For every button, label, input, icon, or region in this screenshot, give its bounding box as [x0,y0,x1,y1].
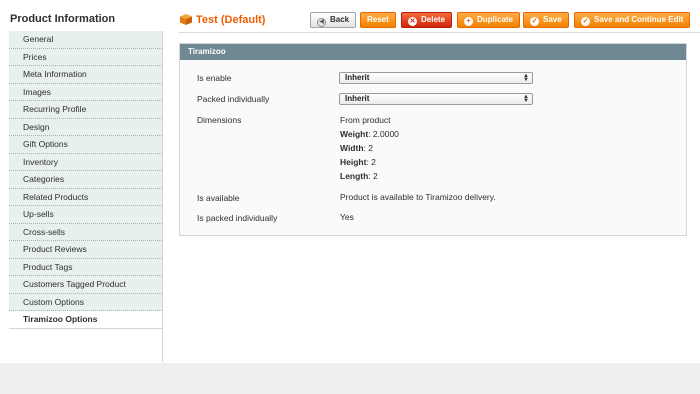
tiramizoo-fieldset: Tiramizoo Is enable Inherit ▲ ▼ Packed in… [179,43,687,236]
back-arrow-icon: ◀ [317,18,326,27]
reset-button-label: Reset [367,15,389,24]
is-enable-select[interactable]: Inherit ▲ ▼ [339,72,533,84]
is-enable-label: Is enable [197,73,232,83]
weight-label: Weight [340,129,369,139]
width-value: : 2 [363,143,373,153]
is-available-value: Product is available to Tiramizoo delive… [340,192,496,202]
save-check-icon: ✓ [530,17,539,26]
tab-related-products[interactable]: Related Products [9,188,162,206]
tab-images[interactable]: Images [9,83,162,101]
sidebar-title: Product Information [10,13,116,25]
header-divider [179,32,700,33]
tab-design[interactable]: Design [9,118,162,136]
height-label: Height [340,157,367,167]
save-and-continue-button[interactable]: ✓ Save and Continue Edit [574,12,691,28]
packed-individually-selected-value: Inherit [345,94,370,103]
is-enable-selected-value: Inherit [345,73,370,82]
tab-customers-tagged-product[interactable]: Customers Tagged Product [9,276,162,294]
content-header: Test (Default) ◀ Back Reset ✕ Delete + Dupl… [178,9,700,33]
dimension-width: Width: 2 [340,143,373,153]
fieldset-title: Tiramizoo [180,44,686,60]
packed-individually-label: Packed individually [197,94,270,104]
reset-button[interactable]: Reset [360,12,396,28]
tab-cross-sells[interactable]: Cross-sells [9,223,162,241]
packed-individually-select[interactable]: Inherit ▲ ▼ [339,93,533,105]
is-available-label: Is available [197,193,240,203]
delete-x-icon: ✕ [408,17,417,26]
save-and-continue-button-label: Save and Continue Edit [594,15,684,24]
dimensions-source: From product [340,115,391,125]
width-label: Width [340,143,364,153]
delete-button[interactable]: ✕ Delete [401,12,453,28]
back-button[interactable]: ◀ Back [310,12,357,28]
delete-button-label: Delete [421,15,446,24]
select-updown-icon: ▲ ▼ [523,94,529,104]
is-packed-individually-label: Is packed individually [197,213,278,223]
duplicate-button-label: Duplicate [477,15,514,24]
duplicate-button[interactable]: + Duplicate [457,12,521,28]
tab-prices[interactable]: Prices [9,48,162,66]
weight-value: : 2.0000 [368,129,399,139]
footer-band [0,363,700,394]
select-updown-icon: ▲ ▼ [523,73,529,83]
dimension-length: Length: 2 [340,171,378,181]
add-icon: + [464,17,473,26]
sidebar-divider [9,328,163,329]
length-value: : 2 [368,171,378,181]
dimension-height: Height: 2 [340,157,376,167]
page-title: Test (Default) [196,14,266,26]
tab-categories[interactable]: Categories [9,171,162,189]
tab-recurring-profile[interactable]: Recurring Profile [9,101,162,119]
tab-gift-options[interactable]: Gift Options [9,136,162,154]
tab-product-tags[interactable]: Product Tags [9,258,162,276]
tab-product-reviews[interactable]: Product Reviews [9,241,162,259]
save-button[interactable]: ✓ Save [523,12,569,28]
product-box-icon [180,14,192,25]
tab-custom-options[interactable]: Custom Options [9,293,162,311]
dimension-weight: Weight: 2.0000 [340,129,399,139]
tab-inventory[interactable]: Inventory [9,153,162,171]
tab-meta-information[interactable]: Meta Information [9,66,162,84]
tab-up-sells[interactable]: Up-sells [9,206,162,224]
product-edit-page: Product Information General Prices Meta … [0,0,700,394]
tab-general[interactable]: General [9,31,162,49]
is-packed-individually-value: Yes [340,212,354,222]
product-tabs-sidebar: Product Information General Prices Meta … [0,0,165,362]
save-continue-check-icon: ✓ [581,17,590,26]
height-value: : 2 [366,157,376,167]
sidebar-tab-list: General Prices Meta Information Images R… [9,31,163,362]
save-button-label: Save [543,15,562,24]
tab-tiramizoo-options[interactable]: Tiramizoo Options [9,311,162,329]
dimensions-label: Dimensions [197,115,242,125]
length-label: Length [340,171,369,181]
back-button-label: Back [330,15,350,24]
